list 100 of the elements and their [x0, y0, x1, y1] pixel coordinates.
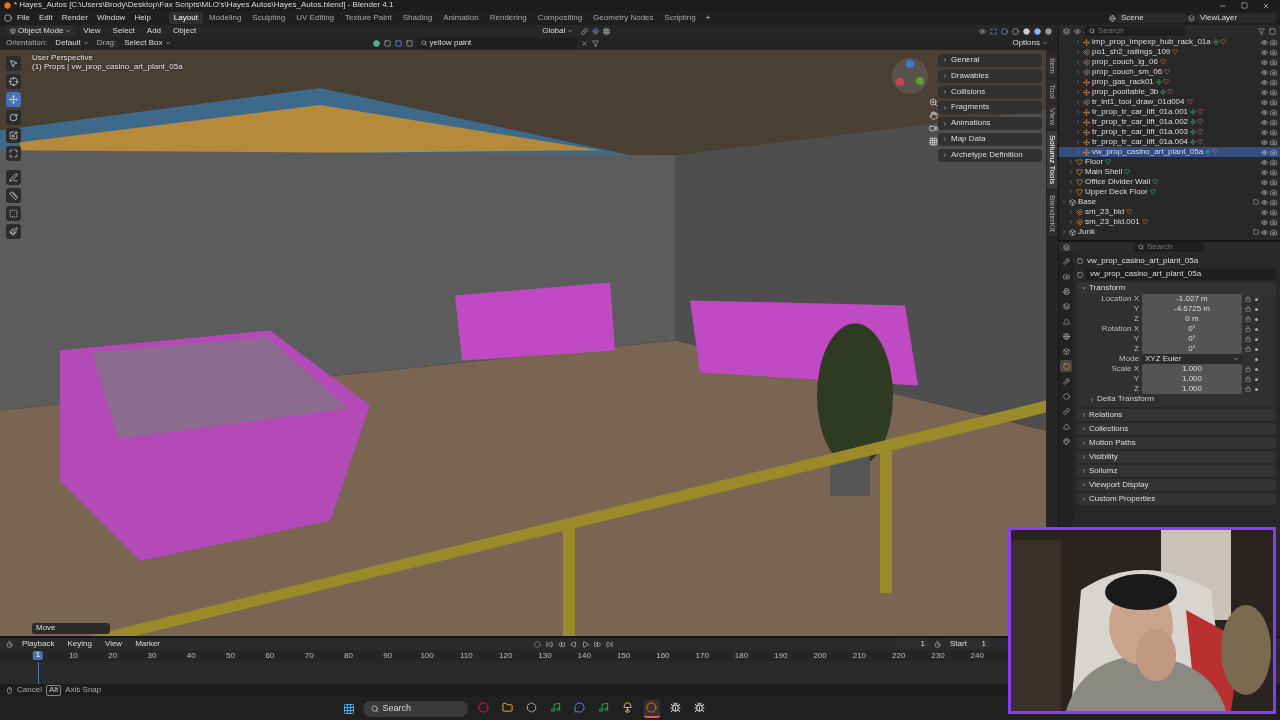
- number-field[interactable]: 1.000: [1142, 384, 1242, 394]
- camera-icon[interactable]: [1270, 208, 1277, 216]
- camera-icon[interactable]: [1270, 78, 1277, 86]
- menu-item[interactable]: Select: [108, 25, 139, 37]
- properties-tab[interactable]: [1060, 375, 1072, 387]
- outliner-row[interactable]: Main Shell: [1059, 167, 1280, 177]
- eye-icon[interactable]: [1261, 178, 1268, 186]
- outliner-row[interactable]: tr_prop_tr_car_lift_01a.003: [1059, 127, 1280, 137]
- properties-tab[interactable]: [1060, 405, 1072, 417]
- properties-tab[interactable]: [1060, 300, 1072, 312]
- lock-icon[interactable]: [1245, 326, 1251, 332]
- eye-icon[interactable]: [1261, 78, 1268, 86]
- menu-item[interactable]: Help: [130, 12, 155, 24]
- scene-field[interactable]: Scene: [1117, 12, 1187, 24]
- name-field[interactable]: vw_prop_casino_art_plant_05a: [1086, 269, 1276, 280]
- outliner-row[interactable]: sm_23_bld.001: [1059, 217, 1280, 227]
- expand-toggle[interactable]: [1061, 199, 1067, 205]
- expand-toggle[interactable]: [1075, 109, 1081, 115]
- expand-toggle[interactable]: [1075, 69, 1081, 75]
- workspace-tab[interactable]: Compositing: [532, 11, 588, 25]
- outliner-row[interactable]: tr_prop_tr_car_lift_01a.004: [1059, 137, 1280, 147]
- start-icon[interactable]: [342, 702, 355, 715]
- subpanel-header[interactable]: Delta Transform: [1077, 394, 1276, 405]
- dropdown[interactable]: XYZ Euler: [1142, 354, 1242, 364]
- overlay-icon[interactable]: [1001, 27, 1008, 35]
- outliner-item-name[interactable]: Floor: [1085, 157, 1104, 167]
- properties-tab[interactable]: [1060, 330, 1072, 342]
- outliner-item-name[interactable]: prop_gas_rack01: [1092, 77, 1154, 87]
- taskbar-search-field[interactable]: Search: [362, 700, 468, 717]
- outliner-row[interactable]: Junk: [1059, 227, 1280, 237]
- menu-item[interactable]: Keying: [63, 638, 96, 650]
- panel-header[interactable]: Collections: [1077, 423, 1276, 435]
- play-icon[interactable]: [582, 640, 590, 648]
- workspace-tab[interactable]: Shading: [397, 11, 438, 25]
- orientation-dropdown[interactable]: Default: [51, 38, 93, 49]
- outliner-item-name[interactable]: sm_23_bld: [1085, 207, 1125, 217]
- sidebar-tab[interactable]: BlenderKit: [1046, 190, 1058, 236]
- outliner-item-name[interactable]: Office Divider Wall: [1085, 177, 1151, 187]
- number-field[interactable]: 1.000: [1142, 364, 1242, 374]
- play-reverse-icon[interactable]: [570, 640, 578, 648]
- camera-icon[interactable]: [1270, 38, 1277, 46]
- menu-item[interactable]: View: [100, 638, 127, 650]
- menu-item[interactable]: Playback: [18, 638, 59, 650]
- outliner-row[interactable]: tr_int1_tool_draw_01d004: [1059, 97, 1280, 107]
- eye-icon[interactable]: [1261, 68, 1268, 76]
- next-keyframe-icon[interactable]: [594, 640, 602, 648]
- eye-icon[interactable]: [1261, 48, 1268, 56]
- new-collection-icon[interactable]: [1269, 27, 1276, 35]
- panel-header[interactable]: Motion Paths: [1077, 437, 1276, 449]
- app-menu-icon[interactable]: [4, 14, 12, 22]
- camera-icon[interactable]: [1270, 88, 1277, 96]
- expand-toggle[interactable]: [1068, 179, 1074, 185]
- number-field[interactable]: 0°: [1142, 344, 1242, 354]
- expand-toggle[interactable]: [1075, 79, 1081, 85]
- properties-tab[interactable]: [1060, 345, 1072, 357]
- keyframe-dot-icon[interactable]: [1255, 367, 1258, 371]
- outliner-item-name[interactable]: prop_couch_lg_06: [1092, 57, 1158, 67]
- outliner-row[interactable]: Office Divider Wall: [1059, 177, 1280, 187]
- panel-header[interactable]: Visibility: [1077, 451, 1276, 463]
- outliner-item-name[interactable]: po1_sh2_railings_109: [1092, 47, 1171, 57]
- outliner-item-name[interactable]: tr_prop_tr_car_lift_01a.001: [1092, 107, 1189, 117]
- expand-toggle[interactable]: [1075, 119, 1081, 125]
- snap-icon[interactable]: [592, 27, 600, 35]
- sidebar-tab[interactable]: Sollumz Tools: [1046, 131, 1058, 189]
- outliner-row[interactable]: tr_prop_tr_car_lift_01a.002: [1059, 117, 1280, 127]
- search-field[interactable]: Search: [1134, 241, 1204, 253]
- eye-icon[interactable]: [1261, 118, 1268, 126]
- eye-icon[interactable]: [1261, 58, 1268, 66]
- camera-icon[interactable]: [1270, 198, 1277, 206]
- eye-icon[interactable]: [1261, 228, 1268, 236]
- eye-icon[interactable]: [1261, 218, 1268, 226]
- outliner-row[interactable]: Base: [1059, 197, 1280, 207]
- jump-start-icon[interactable]: [546, 640, 554, 648]
- camera-icon[interactable]: [1270, 148, 1277, 156]
- number-field[interactable]: 0 m: [1142, 314, 1242, 324]
- camera-icon[interactable]: [1270, 128, 1277, 136]
- expand-toggle[interactable]: [1075, 149, 1081, 155]
- number-field[interactable]: 0°: [1142, 324, 1242, 334]
- outliner-row[interactable]: vw_prop_casino_art_plant_05a: [1059, 147, 1280, 157]
- outliner-row[interactable]: Upper Deck Floor: [1059, 187, 1280, 197]
- visibility-icon[interactable]: [979, 27, 986, 35]
- lock-icon[interactable]: [1245, 386, 1251, 392]
- menu-item[interactable]: Edit: [34, 12, 57, 24]
- editor-type-icon[interactable]: [1063, 243, 1070, 251]
- camera-icon[interactable]: [1270, 118, 1277, 126]
- keyframe-dot-icon[interactable]: [1255, 307, 1258, 311]
- expand-toggle[interactable]: [1068, 219, 1074, 225]
- keyframe-dot-icon[interactable]: [1255, 297, 1258, 301]
- outliner-row[interactable]: sm_23_bld: [1059, 207, 1280, 217]
- camera-icon[interactable]: [1270, 188, 1277, 196]
- outliner-row[interactable]: prop_gas_rack01: [1059, 77, 1280, 87]
- panel-header[interactable]: Relations: [1077, 409, 1276, 421]
- properties-tab[interactable]: [1060, 360, 1072, 372]
- eye-icon[interactable]: [1261, 198, 1268, 206]
- outliner-item-name[interactable]: tr_prop_tr_car_lift_01a.002: [1092, 117, 1189, 127]
- editor-type-icon[interactable]: [6, 640, 13, 648]
- workspace-tab[interactable]: Animation: [438, 11, 484, 25]
- previous-keyframe-icon[interactable]: [558, 640, 566, 648]
- outliner-item-name[interactable]: imp_prop_impexp_hub_rack_01a: [1092, 37, 1211, 47]
- eye-icon[interactable]: [1261, 188, 1268, 196]
